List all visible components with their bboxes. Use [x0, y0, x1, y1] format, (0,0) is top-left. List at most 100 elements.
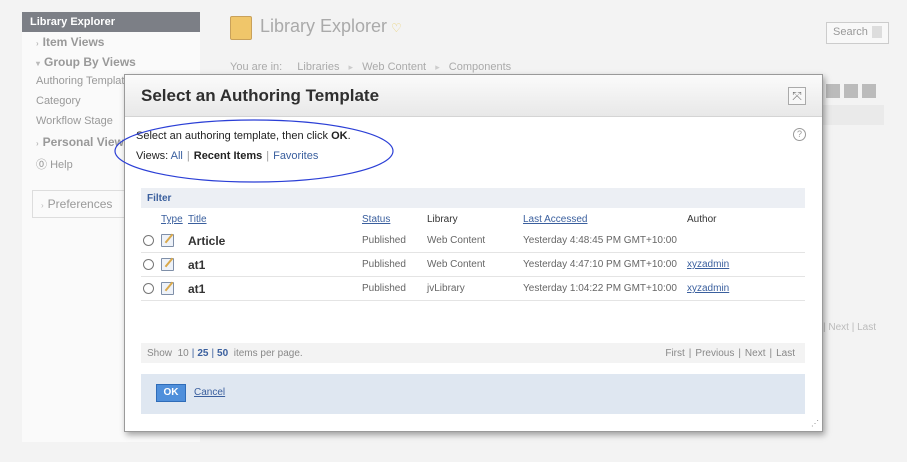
template-icon	[161, 258, 174, 271]
separator: |	[688, 348, 692, 359]
pager-show-label: Show	[147, 348, 173, 359]
separator: |	[191, 348, 195, 359]
dialog-title: Select an Authoring Template	[141, 86, 380, 105]
chevron-right-icon: ›	[36, 39, 39, 48]
views-recent-items[interactable]: Recent Items	[194, 150, 262, 162]
row-title: at1	[188, 282, 206, 296]
templates-table: Type Title Status Library Last Accessed …	[141, 211, 805, 301]
column-last-accessed[interactable]: Last Accessed	[523, 214, 587, 225]
row-author[interactable]: xyzadmin	[687, 259, 729, 270]
chevron-right-icon: ▸	[435, 62, 440, 72]
page-navigation: First | Previous | Next | Last	[665, 348, 795, 359]
row-library: Web Content	[427, 235, 486, 246]
row-library: Web Content	[427, 259, 486, 270]
sidebar-item-item-views[interactable]: › Item Views	[22, 32, 200, 52]
dialog-footer: OK Cancel	[141, 374, 805, 414]
instruction-ok: OK	[331, 130, 348, 142]
search-label: Search	[833, 26, 868, 38]
breadcrumb-libraries[interactable]: Libraries	[297, 61, 339, 73]
pager-last[interactable]: Last	[776, 348, 795, 359]
sidebar-help-label: Help	[50, 159, 73, 171]
template-icon	[161, 234, 174, 247]
page-size-selector: Show 10 | 25 | 50 items per page.	[147, 348, 303, 359]
instruction-suffix: .	[347, 130, 351, 142]
row-last-accessed: Yesterday 4:47:10 PM GMT+10:00	[523, 259, 677, 270]
separator: |	[738, 348, 741, 359]
column-author: Author	[687, 214, 717, 225]
table-header: Type Title Status Library Last Accessed …	[141, 211, 805, 229]
row-last-accessed: Yesterday 4:48:45 PM GMT+10:00	[523, 235, 677, 246]
background-next-link[interactable]: Next	[828, 322, 849, 333]
separator: |	[186, 150, 190, 162]
pager-suffix: items per page.	[233, 348, 303, 359]
instruction-text: Select an authoring template, then click	[136, 130, 332, 142]
close-icon[interactable]: ⤧	[788, 87, 806, 105]
page-size-10[interactable]: 10	[178, 348, 189, 359]
row-status: Published	[362, 259, 406, 270]
pager-next[interactable]: Next	[745, 348, 766, 359]
page-size-50[interactable]: 50	[217, 348, 228, 359]
row-author[interactable]: xyzadmin	[687, 283, 729, 294]
select-template-dialog: Select an Authoring Template ⤧ Select an…	[124, 74, 823, 432]
background-header-strip	[822, 105, 884, 125]
views-filter: Views: All | Recent Items | Favorites	[136, 150, 318, 162]
sidebar-item-label: Personal Views	[42, 135, 131, 149]
chevron-right-icon: ›	[41, 201, 44, 210]
cancel-button[interactable]: Cancel	[194, 387, 225, 398]
separator: |	[266, 150, 270, 162]
row-radio[interactable]	[143, 235, 154, 246]
chevron-right-icon: ›	[36, 139, 39, 148]
separator: |	[769, 348, 773, 359]
views-all-link[interactable]: All	[171, 150, 183, 162]
filter-toggle[interactable]: Filter	[141, 188, 805, 208]
folder-icon[interactable]	[862, 84, 876, 98]
breadcrumb-web-content[interactable]: Web Content	[362, 61, 426, 73]
dialog-instructions: Select an authoring template, then click…	[136, 130, 351, 142]
favorite-heart-icon[interactable]: ♡	[391, 21, 402, 35]
dialog-header: Select an Authoring Template ⤧	[125, 75, 822, 117]
row-title: Article	[188, 234, 226, 248]
column-library: Library	[427, 214, 458, 225]
page-title-text: Library Explorer	[260, 16, 388, 36]
row-radio[interactable]	[143, 259, 154, 270]
table-row[interactable]: Article Published Web Content Yesterday …	[141, 229, 805, 253]
row-status: Published	[362, 283, 406, 294]
breadcrumb: You are in: Libraries ▸ Web Content ▸ Co…	[230, 61, 511, 73]
template-icon	[161, 282, 174, 295]
page-size-25[interactable]: 25	[197, 348, 208, 359]
breadcrumb-components[interactable]: Components	[449, 61, 511, 73]
help-icon[interactable]: ?	[793, 128, 806, 141]
row-library: jvLibrary	[427, 283, 465, 294]
background-last-link[interactable]: Last	[857, 322, 876, 333]
sidebar-item-library-explorer[interactable]: Library Explorer	[22, 12, 200, 32]
preferences-label: Preferences	[47, 197, 113, 211]
add-icon[interactable]	[844, 84, 858, 98]
separator: |	[211, 348, 215, 359]
background-pager: | Next | Last	[823, 322, 877, 333]
pager-previous[interactable]: Previous	[695, 348, 734, 359]
column-status[interactable]: Status	[362, 214, 390, 225]
ok-button[interactable]: OK	[156, 384, 186, 402]
pagination-bar: Show 10 | 25 | 50 items per page. First | Prev…	[141, 343, 805, 363]
row-status: Published	[362, 235, 406, 246]
search-arrow-icon	[871, 26, 882, 39]
row-last-accessed: Yesterday 1:04:22 PM GMT+10:00	[523, 283, 677, 294]
column-type[interactable]: Type	[161, 214, 183, 225]
sidebar-item-group-by-views[interactable]: ▾ Group By Views	[22, 52, 200, 72]
resize-grip-icon[interactable]: ⋰	[811, 420, 819, 428]
views-favorites-link[interactable]: Favorites	[273, 150, 318, 162]
table-row[interactable]: at1 Published Web Content Yesterday 4:47…	[141, 253, 805, 277]
page-title: Library Explorer ♡	[260, 16, 402, 37]
chevron-right-icon: ▸	[348, 62, 354, 72]
row-title: at1	[188, 258, 206, 272]
toolbar-icons	[826, 84, 880, 101]
table-row[interactable]: at1 Published jvLibrary Yesterday 1:04:2…	[141, 277, 805, 301]
pager-first[interactable]: First	[665, 348, 684, 359]
library-folder-icon	[230, 16, 252, 40]
list-view-icon[interactable]	[826, 84, 840, 98]
search-button[interactable]: Search	[826, 22, 889, 44]
sidebar-item-label: Item Views	[42, 35, 105, 49]
row-radio[interactable]	[143, 283, 154, 294]
column-title[interactable]: Title	[188, 214, 207, 225]
help-icon: ⓪	[36, 159, 51, 171]
